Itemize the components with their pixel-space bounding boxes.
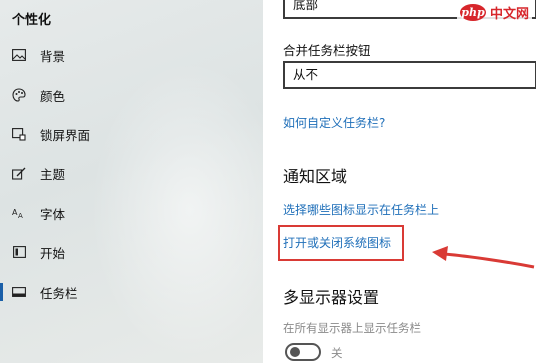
start-menu-icon	[11, 244, 27, 260]
lock-screen-icon	[11, 126, 27, 142]
palette-icon	[11, 87, 27, 103]
image-icon	[11, 47, 27, 63]
sidebar-item-label: 背景	[40, 48, 66, 64]
toggle-knob	[290, 347, 300, 357]
settings-sidebar: 个性化 背景 颜色 锁屏界面 主题 AA 字体 开始 任务栏	[0, 0, 263, 363]
sidebar-item-background[interactable]: 背景	[0, 40, 263, 70]
svg-text:A: A	[18, 212, 23, 219]
watermark: php 中文网	[456, 2, 532, 22]
sidebar-item-colors[interactable]: 颜色	[0, 80, 263, 110]
dropdown-value: 底部	[293, 0, 319, 12]
sidebar-item-label: 字体	[40, 206, 66, 222]
show-all-displays-label: 在所有显示器上显示任务栏	[283, 321, 421, 335]
sidebar-item-lock-screen[interactable]: 锁屏界面	[0, 119, 263, 149]
annotation-arrow	[432, 246, 535, 269]
system-icons-link[interactable]: 打开或关闭系统图标	[283, 234, 391, 251]
sidebar-item-label: 颜色	[40, 88, 66, 104]
sidebar-item-start[interactable]: 开始	[0, 237, 263, 267]
sidebar-item-label: 任务栏	[40, 285, 78, 301]
sidebar-item-themes[interactable]: 主题	[0, 158, 263, 188]
multi-display-title: 多显示器设置	[283, 288, 380, 307]
combine-buttons-dropdown[interactable]: 从不	[283, 61, 536, 89]
sidebar-item-taskbar[interactable]: 任务栏	[0, 277, 263, 307]
sidebar-item-label: 主题	[40, 166, 66, 182]
notification-area-title: 通知区域	[283, 167, 348, 186]
toggle-state-label: 关	[331, 346, 343, 360]
taskbar-icon	[11, 284, 27, 300]
watermark-logo: php	[459, 3, 486, 21]
show-all-displays-toggle[interactable]	[285, 343, 321, 361]
select-icons-link[interactable]: 选择哪些图标显示在任务栏上	[283, 201, 439, 218]
sidebar-item-fonts[interactable]: AA 字体	[0, 198, 263, 228]
theme-brush-icon	[11, 165, 27, 181]
customize-taskbar-link[interactable]: 如何自定义任务栏?	[283, 114, 385, 131]
sidebar-item-label: 锁屏界面	[40, 127, 91, 143]
font-icon: AA	[11, 205, 27, 221]
sidebar-item-label: 开始	[40, 245, 66, 261]
dropdown-value: 从不	[293, 67, 319, 82]
taskbar-settings-panel: 底部 合并任务栏按钮 从不 如何自定义任务栏? 通知区域 选择哪些图标显示在任务…	[263, 0, 536, 363]
sidebar-title: 个性化	[12, 13, 52, 28]
watermark-text: 中文网	[489, 6, 529, 22]
combine-buttons-label: 合并任务栏按钮	[283, 43, 371, 58]
